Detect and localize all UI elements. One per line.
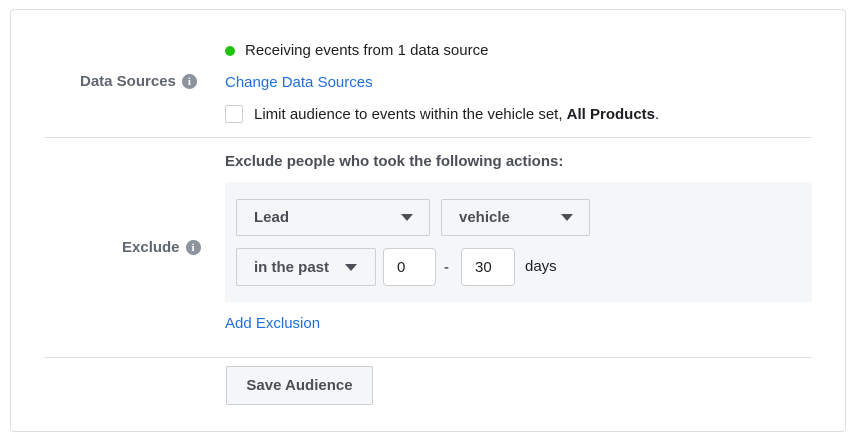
limit-audience-checkbox[interactable] <box>225 105 243 123</box>
exclude-label: Exclude <box>122 239 180 256</box>
days-unit-label: days <box>525 258 557 275</box>
object-dropdown[interactable]: vehicle <box>441 199 590 236</box>
exclude-label-group: Exclude i <box>122 239 201 256</box>
limit-audience-row: Limit audience to events within the vehi… <box>225 105 659 123</box>
timeframe-dropdown-value: in the past <box>254 258 330 276</box>
info-icon[interactable]: i <box>181 74 197 89</box>
info-icon[interactable]: i <box>185 240 201 255</box>
data-sources-label: Data Sources <box>80 73 176 90</box>
limit-text-bold: All Products <box>566 105 656 123</box>
section-divider <box>44 137 812 138</box>
status-text: Receiving events from 1 data source <box>245 42 489 59</box>
save-audience-button[interactable]: Save Audience <box>226 366 373 405</box>
timeframe-dropdown[interactable]: in the past <box>236 248 376 286</box>
limit-text-end: . <box>655 105 660 123</box>
object-dropdown-value: vehicle <box>459 209 510 226</box>
limit-text-main: Limit audience to events within the vehi… <box>254 105 567 123</box>
data-sources-label-group: Data Sources i <box>80 73 197 90</box>
from-days-input[interactable] <box>383 248 436 286</box>
caret-down-icon <box>561 214 573 221</box>
caret-down-icon <box>401 214 413 221</box>
to-days-input[interactable] <box>461 248 515 286</box>
audience-panel: Data Sources i Receiving events from 1 d… <box>10 9 846 432</box>
exclude-heading: Exclude people who took the following ac… <box>225 153 564 170</box>
add-exclusion-link[interactable]: Add Exclusion <box>225 315 320 332</box>
section-divider <box>44 357 812 358</box>
caret-down-icon <box>345 263 357 271</box>
limit-audience-text: Limit audience to events within the vehi… <box>254 106 659 123</box>
status-dot-icon <box>225 45 235 56</box>
range-separator: - <box>444 259 449 276</box>
event-dropdown[interactable]: Lead <box>236 199 430 236</box>
change-data-sources-link[interactable]: Change Data Sources <box>225 74 373 91</box>
event-dropdown-value: Lead <box>254 209 290 226</box>
data-source-status: Receiving events from 1 data source <box>225 42 488 59</box>
